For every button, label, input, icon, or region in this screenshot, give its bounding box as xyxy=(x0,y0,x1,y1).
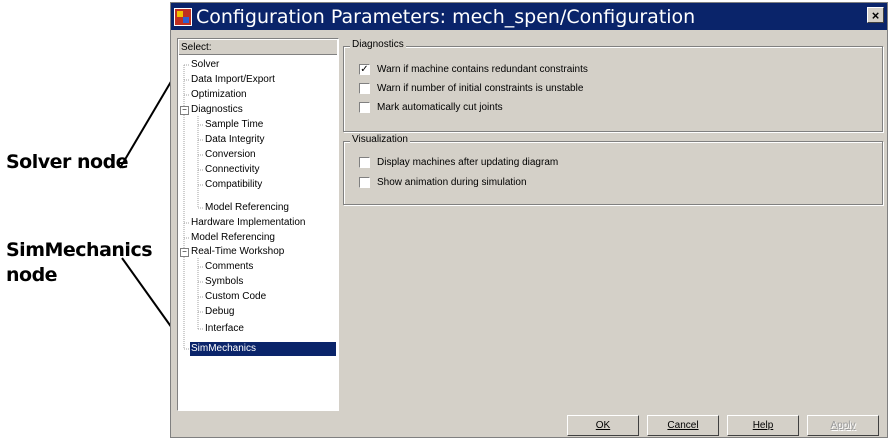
option-show-animation[interactable]: Show animation during simulation xyxy=(359,177,527,188)
apply-button[interactable]: Apply xyxy=(807,415,879,436)
tree-item-data-integrity[interactable]: Data Integrity xyxy=(204,133,265,147)
configuration-dialog: Configuration Parameters: mech_spen/Conf… xyxy=(170,2,888,438)
display-machines-checkbox[interactable] xyxy=(359,157,370,168)
simmechanics-node-callout: SimMechanics xyxy=(6,239,153,261)
tree-item-model-referencing-diag[interactable]: Model Referencing xyxy=(204,201,290,215)
cancel-button[interactable]: Cancel xyxy=(647,415,719,436)
tree-item-model-referencing[interactable]: Model Referencing xyxy=(190,231,276,245)
diagnostics-collapse-toggle[interactable]: − xyxy=(180,106,189,115)
diagnostics-group-title: Diagnostics xyxy=(350,39,406,50)
simulink-app-icon xyxy=(174,7,192,26)
tree-item-solver[interactable]: Solver xyxy=(190,58,220,72)
option-mark-cut-joints[interactable]: Mark automatically cut joints xyxy=(359,102,503,113)
tree-item-custom-code[interactable]: Custom Code xyxy=(204,290,267,304)
tree-item-diagnostics[interactable]: Diagnostics xyxy=(190,103,244,117)
mark-cut-joints-label: Mark automatically cut joints xyxy=(377,102,503,113)
tree-item-hardware-implementation[interactable]: Hardware Implementation xyxy=(190,216,307,230)
display-machines-label: Display machines after updating diagram xyxy=(377,157,559,168)
visualization-group-title: Visualization xyxy=(350,134,410,145)
rtw-collapse-toggle[interactable]: − xyxy=(180,248,189,257)
visualization-group: Visualization Display machines after upd… xyxy=(343,134,883,205)
tree-item-debug[interactable]: Debug xyxy=(204,305,235,319)
warn-redundant-checkbox[interactable]: ✓ xyxy=(359,64,370,75)
tree-item-optimization[interactable]: Optimization xyxy=(190,88,248,102)
option-display-machines[interactable]: Display machines after updating diagram xyxy=(359,157,558,168)
tree-item-real-time-workshop[interactable]: Real-Time Workshop xyxy=(190,245,285,259)
show-animation-checkbox[interactable] xyxy=(359,177,370,188)
window-title: Configuration Parameters: mech_spen/Conf… xyxy=(196,5,696,28)
show-animation-label: Show animation during simulation xyxy=(377,177,527,188)
mark-cut-joints-checkbox[interactable] xyxy=(359,102,370,113)
warn-redundant-label: Warn if machine contains redundant const… xyxy=(377,64,588,75)
diagnostics-group: Diagnostics ✓ Warn if machine contains r… xyxy=(343,39,883,132)
simmechanics-node-callout-line2: node xyxy=(6,264,58,286)
warn-unstable-label: Warn if number of initial constraints is… xyxy=(377,83,584,94)
option-warn-unstable[interactable]: Warn if number of initial constraints is… xyxy=(359,83,583,94)
tree-item-conversion[interactable]: Conversion xyxy=(204,148,257,162)
close-button[interactable]: × xyxy=(867,7,884,23)
tree-item-interface[interactable]: Interface xyxy=(204,322,245,336)
help-button[interactable]: Help xyxy=(727,415,799,436)
tree-item-simmechanics[interactable]: SimMechanics xyxy=(190,342,336,356)
ok-button[interactable]: OK xyxy=(567,415,639,436)
category-tree[interactable]: Select: − − Solver Data Import/Export Op… xyxy=(177,38,339,411)
title-bar[interactable]: Configuration Parameters: mech_spen/Conf… xyxy=(171,3,887,30)
warn-unstable-checkbox[interactable] xyxy=(359,83,370,94)
solver-node-callout: Solver node xyxy=(6,151,129,173)
tree-item-symbols[interactable]: Symbols xyxy=(204,275,244,289)
tree-item-connectivity[interactable]: Connectivity xyxy=(204,163,260,177)
checkmark-icon: ✓ xyxy=(360,64,369,75)
tree-item-comments[interactable]: Comments xyxy=(204,260,254,274)
option-warn-redundant[interactable]: ✓ Warn if machine contains redundant con… xyxy=(359,64,588,75)
tree-item-sample-time[interactable]: Sample Time xyxy=(204,118,264,132)
tree-item-data-import-export[interactable]: Data Import/Export xyxy=(190,73,276,87)
tree-item-compatibility[interactable]: Compatibility xyxy=(204,178,263,192)
